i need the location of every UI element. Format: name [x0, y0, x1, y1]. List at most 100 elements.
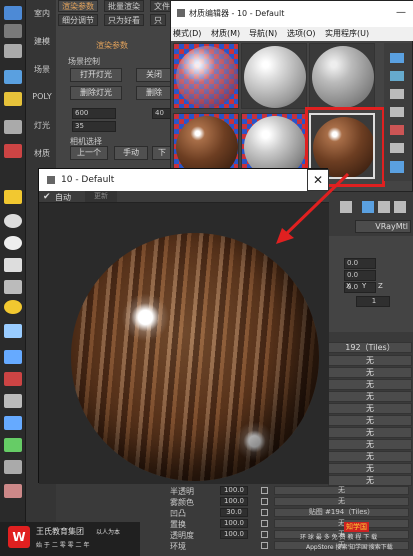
map-row-label: 半透明: [170, 487, 194, 496]
nav-item-modeling[interactable]: 建模: [28, 36, 56, 47]
value-1-field[interactable]: 1: [356, 296, 390, 307]
cylinder-icon[interactable]: [4, 258, 22, 272]
map-slot[interactable]: 无: [328, 451, 412, 462]
brand-since: 始 于 二 零 零 二 年: [36, 542, 90, 549]
map-slot[interactable]: 无: [328, 403, 412, 414]
map-slot[interactable]: 无: [328, 439, 412, 450]
map-row-label: 环境: [170, 542, 186, 551]
spinner-2[interactable]: 0.0: [344, 270, 376, 281]
minimize-icon[interactable]: —: [396, 7, 406, 18]
capsule-icon[interactable]: [4, 372, 22, 386]
tab-other[interactable]: 只: [150, 14, 166, 26]
cone-icon[interactable]: [4, 280, 22, 294]
param-panel: 0.0 0.0 0.0 X Y Z 1: [328, 236, 413, 332]
map-row-value[interactable]: 100.0: [220, 530, 248, 539]
preview-icon[interactable]: [390, 143, 404, 153]
map-row-slot[interactable]: 贴图 #194（Tiles）: [274, 508, 409, 517]
map-row-value[interactable]: 100.0: [220, 486, 248, 495]
map-slot[interactable]: 无: [328, 379, 412, 390]
camera-icon[interactable]: [4, 120, 22, 134]
show-end-icon[interactable]: [378, 201, 390, 213]
uv-tiling-icon[interactable]: [390, 107, 404, 117]
menu-options[interactable]: 选项(O): [287, 28, 316, 39]
move-icon[interactable]: [4, 24, 22, 38]
teapot-icon[interactable]: [4, 394, 22, 408]
sun-icon[interactable]: [4, 300, 22, 314]
delete-lights-button[interactable]: 删除灯光: [70, 86, 122, 100]
spline-icon[interactable]: [4, 416, 22, 430]
map-slot[interactable]: 无: [328, 355, 412, 366]
map-row-checkbox[interactable]: [261, 487, 268, 494]
value-40-field[interactable]: 40: [152, 108, 172, 119]
material-slot-2[interactable]: [241, 43, 307, 109]
map-row-value[interactable]: 100.0: [220, 497, 248, 506]
map-row-slot[interactable]: 无: [274, 497, 409, 506]
scale-icon[interactable]: [4, 70, 22, 84]
material-slot-3[interactable]: [309, 43, 375, 109]
sphere-icon[interactable]: [4, 214, 22, 228]
map-row-checkbox[interactable]: [261, 542, 268, 549]
modifier-icon[interactable]: [4, 350, 22, 364]
map-slot[interactable]: 无: [328, 427, 412, 438]
auto-checkbox-icon[interactable]: ✔: [43, 192, 51, 202]
watermark-line2: AppStore 搜索'知学国'搜索下载: [306, 544, 393, 551]
tab-render-params[interactable]: 渲染参数: [58, 0, 98, 12]
spinner-1[interactable]: 0.0: [344, 258, 376, 269]
open-lights-button[interactable]: 打开灯光: [70, 68, 122, 82]
map-row-checkbox[interactable]: [261, 498, 268, 505]
nav-item-lights[interactable]: 灯光: [28, 120, 56, 131]
figure-icon[interactable]: [4, 460, 22, 474]
map-row-slot[interactable]: 无: [274, 486, 409, 495]
tab-looks[interactable]: 只为好看: [104, 14, 144, 26]
nav-item-indoor[interactable]: 室内: [28, 8, 56, 19]
update-button[interactable]: 更新: [85, 191, 117, 202]
helper-icon[interactable]: [4, 324, 22, 338]
map-row-checkbox[interactable]: [261, 509, 268, 516]
utility-icon[interactable]: [4, 484, 22, 498]
show-map-icon[interactable]: [362, 201, 374, 213]
close-lights-button[interactable]: 关闭: [136, 68, 172, 82]
plant-icon[interactable]: [4, 438, 22, 452]
sample-type-icon[interactable]: [390, 53, 404, 63]
map-row-checkbox[interactable]: [261, 531, 268, 538]
material-editor-titlebar: 材质编辑器 - 10 - Default —: [171, 1, 413, 27]
menu-material[interactable]: 材质(M): [211, 28, 240, 39]
map-slot[interactable]: 无: [328, 463, 412, 474]
manual-button[interactable]: 手动: [114, 146, 148, 160]
map-slot[interactable]: 无: [328, 415, 412, 426]
material-type-button[interactable]: VRayMtl: [355, 220, 411, 233]
material-slot-1[interactable]: [173, 43, 239, 109]
value-600-field[interactable]: 600: [72, 108, 116, 119]
sphere2-icon[interactable]: [4, 236, 22, 250]
delete-button[interactable]: 删除: [136, 86, 172, 100]
map-row-value[interactable]: 100.0: [220, 519, 248, 528]
backlight-icon[interactable]: [390, 71, 404, 81]
select-icon[interactable]: [4, 6, 22, 20]
background-icon[interactable]: [390, 89, 404, 99]
prev-camera-button[interactable]: 上一个: [70, 146, 108, 160]
material-preview-ball: [312, 46, 374, 108]
nav-item-poly[interactable]: POLY: [28, 92, 56, 101]
map-row-value[interactable]: 30.0: [220, 508, 248, 517]
diffuse-map-slot[interactable]: 192（Tiles）: [328, 342, 412, 353]
value-35-field[interactable]: 35: [72, 121, 116, 132]
next-camera-button[interactable]: 下: [152, 146, 172, 160]
rotate-icon[interactable]: [4, 44, 22, 58]
menu-navigation[interactable]: 导航(N): [249, 28, 277, 39]
menu-utilities[interactable]: 实用程序(U): [325, 28, 369, 39]
map-slot[interactable]: 无: [328, 475, 412, 486]
tab-subdivision[interactable]: 细分调节: [58, 14, 98, 26]
nav-item-scene[interactable]: 场景: [28, 64, 56, 75]
light-bulb-icon[interactable]: [4, 92, 22, 106]
go-parent-icon[interactable]: [394, 201, 406, 213]
menu-mode[interactable]: 模式(D): [173, 28, 201, 39]
box-icon[interactable]: [4, 190, 22, 204]
nav-item-material[interactable]: 材质: [28, 148, 56, 159]
map-slot[interactable]: 无: [328, 391, 412, 402]
material-icon[interactable]: [4, 144, 22, 158]
map-slot[interactable]: 无: [328, 367, 412, 378]
scroll-down-icon[interactable]: [390, 161, 404, 173]
video-check-icon[interactable]: [390, 125, 404, 135]
map-row-checkbox[interactable]: [261, 520, 268, 527]
tab-batch-render[interactable]: 批量渲染: [104, 0, 144, 12]
